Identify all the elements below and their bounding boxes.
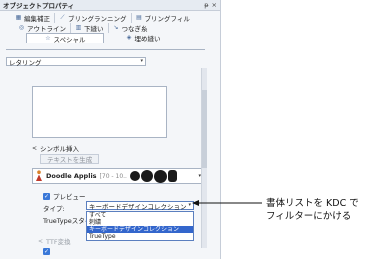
- callout-annotation: 書体リストを KDC で フィルターにかける: [266, 197, 359, 223]
- callout-line-1: 書体リストを KDC で: [266, 198, 359, 209]
- callout-line-2: フィルターにかける: [266, 211, 352, 222]
